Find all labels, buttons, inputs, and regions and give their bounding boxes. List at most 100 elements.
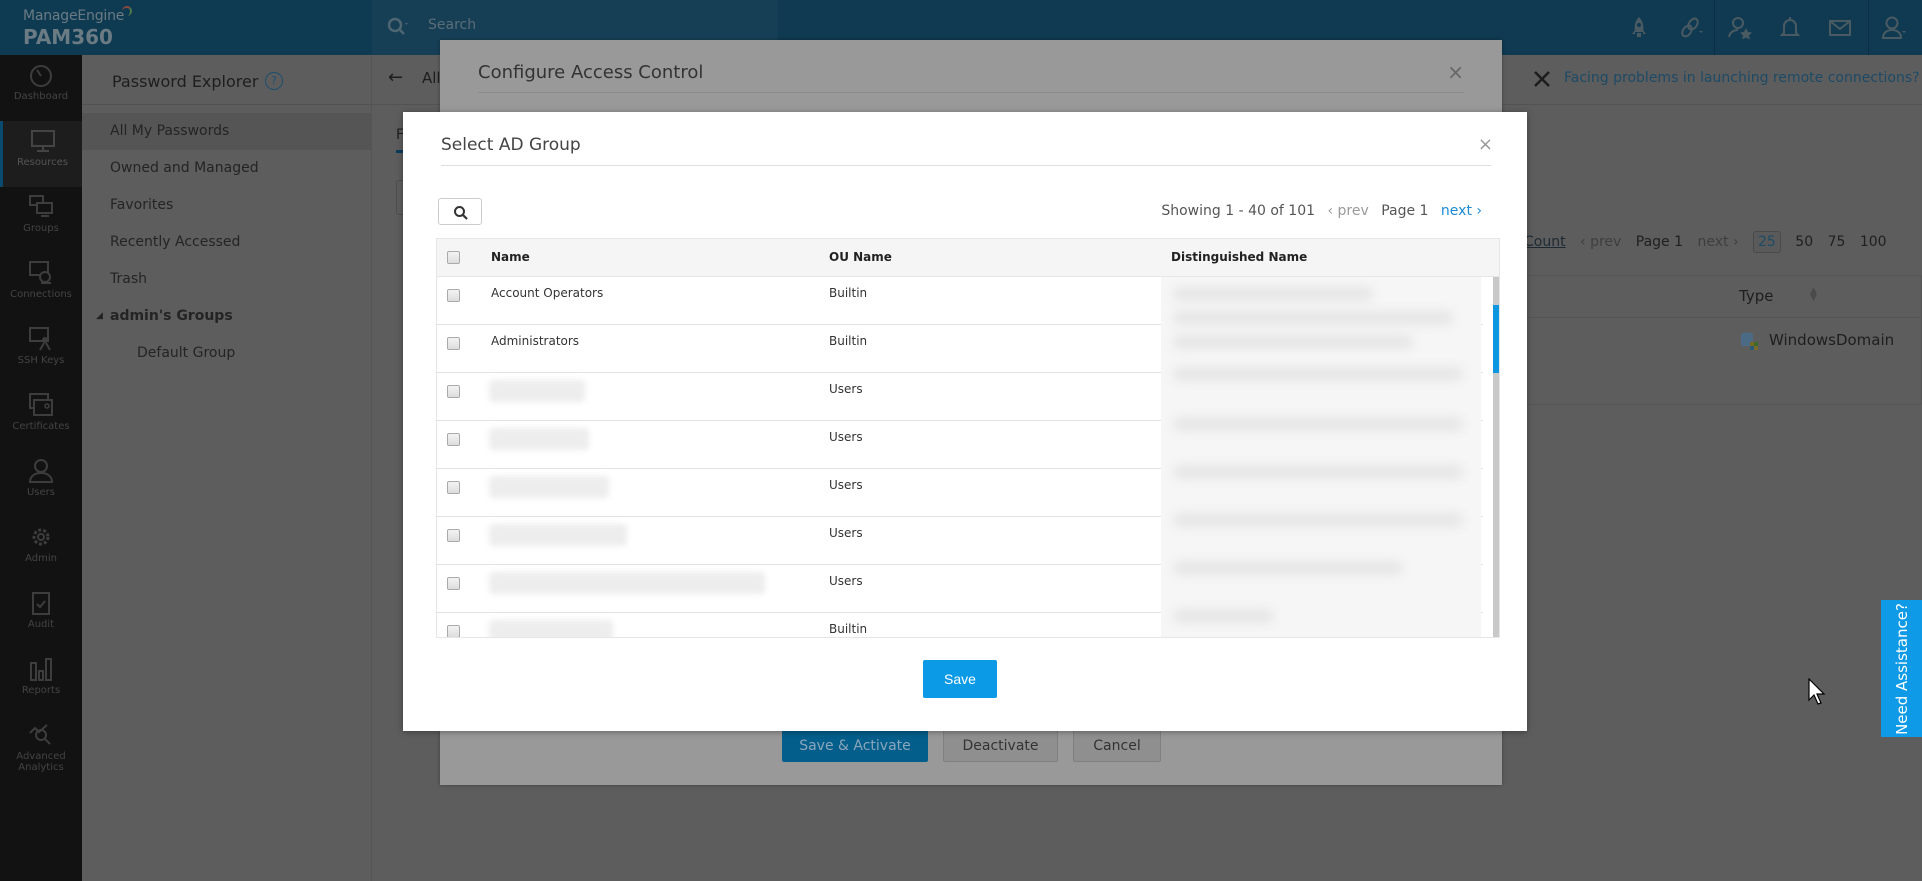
ou-name: Users — [829, 382, 863, 396]
user-icon — [28, 459, 54, 483]
count-link[interactable]: Count — [1524, 234, 1566, 250]
redacted-name — [489, 428, 589, 450]
monitor-icon — [30, 130, 55, 152]
gear-icon — [32, 528, 50, 546]
nav-item-connections[interactable]: Connections — [0, 253, 82, 319]
nav-item-advanced-analytics[interactable]: Advanced Analytics — [0, 715, 82, 793]
ou-name: Builtin — [829, 334, 868, 348]
link-icon[interactable] — [1676, 14, 1704, 42]
cancel-button[interactable]: Cancel — [1073, 730, 1161, 762]
page-size-50[interactable]: 50 — [1795, 234, 1813, 250]
row-checkbox[interactable] — [447, 289, 460, 302]
bell-icon[interactable] — [1776, 14, 1804, 42]
breadcrumb: All — [422, 69, 441, 87]
row-checkbox[interactable] — [447, 433, 460, 446]
row-checkbox[interactable] — [447, 385, 460, 398]
nav-item-ssh-keys[interactable]: SSH Keys — [0, 319, 82, 385]
column-name: Name — [491, 250, 530, 264]
help-icon[interactable]: ? — [265, 72, 283, 90]
search-input[interactable]: Search — [428, 17, 476, 33]
need-assistance-label: Need Assistance? — [1892, 602, 1911, 735]
explorer-item-all-my-passwords[interactable]: All My Passwords — [82, 113, 372, 150]
nav-label: Connections — [10, 289, 72, 300]
group-name: Administrators — [491, 334, 580, 348]
analytics-icon — [29, 724, 51, 745]
row-checkbox[interactable] — [447, 577, 460, 590]
ou-name: Users — [829, 526, 863, 540]
row-checkbox[interactable] — [447, 481, 460, 494]
sort-icon[interactable]: ▲ ▼ — [1810, 287, 1817, 303]
search-button[interactable] — [438, 198, 482, 225]
dialog-title: Configure Access Control — [478, 62, 704, 83]
showing-count: Showing 1 - 40 of 101 — [1161, 203, 1316, 219]
ou-name: Users — [829, 478, 863, 492]
rocket-icon[interactable] — [1625, 14, 1653, 42]
nav-label: Admin — [25, 553, 57, 564]
dashboard-icon — [30, 65, 52, 87]
user-star-icon[interactable] — [1726, 14, 1754, 42]
select-ad-group-modal: Select AD Group × Showing 1 - 40 of 101 … — [403, 112, 1527, 731]
row-checkbox[interactable] — [447, 337, 460, 350]
password-explorer-panel: Password Explorer ? All My Passwords Own… — [82, 55, 372, 881]
page-size-100[interactable]: 100 — [1860, 234, 1887, 250]
nav-item-users[interactable]: Users — [0, 451, 82, 517]
row-checkbox[interactable] — [447, 625, 460, 637]
nav-item-audit[interactable]: Audit — [0, 583, 82, 649]
windows-domain-icon — [1741, 332, 1758, 350]
close-icon[interactable]: × — [1447, 60, 1464, 84]
brand-name: ManageEngine — [23, 8, 125, 24]
redacted-name — [489, 476, 609, 498]
row-checkbox[interactable] — [447, 529, 460, 542]
prev-link[interactable]: ‹ prev — [1327, 203, 1368, 219]
redacted-name — [489, 572, 765, 594]
nav-item-groups[interactable]: Groups — [0, 187, 82, 253]
explorer-item-favorites[interactable]: Favorites — [82, 187, 372, 224]
scrollbar-thumb[interactable] — [1493, 305, 1499, 373]
logo[interactable]: ManageEngine PAM360 — [0, 0, 372, 55]
modal-pager: Showing 1 - 40 of 101 ‹ prev Page 1 next… — [1153, 203, 1482, 219]
remote-connections-help-link[interactable]: Facing problems in launching remote conn… — [1564, 70, 1920, 86]
explorer-item-recently-accessed[interactable]: Recently Accessed — [82, 224, 372, 261]
nav-item-resources[interactable]: Resources — [0, 121, 82, 187]
next-link[interactable]: next › — [1441, 203, 1482, 219]
explorer-item-admins-groups[interactable]: ◢ admin's Groups — [82, 298, 372, 335]
back-arrow-icon[interactable]: ← — [388, 67, 403, 88]
column-type[interactable]: Type — [1739, 287, 1773, 305]
user-icon[interactable] — [1880, 14, 1908, 42]
explorer-item-trash[interactable]: Trash — [82, 261, 372, 298]
redacted-name — [489, 620, 613, 637]
collapse-caret-icon[interactable]: ◢ — [96, 298, 103, 335]
divider — [82, 104, 372, 105]
explorer-item-owned-and-managed[interactable]: Owned and Managed — [82, 150, 372, 187]
groups-icon — [29, 195, 53, 217]
nav-label: Reports — [21, 685, 61, 696]
page-indicator: Page 1 — [1381, 203, 1429, 219]
nav-item-dashboard[interactable]: Dashboard — [0, 55, 82, 121]
search-icon[interactable] — [386, 16, 408, 38]
page-size-75[interactable]: 75 — [1828, 234, 1846, 250]
connections-icon — [29, 261, 51, 284]
prev-link[interactable]: ‹ prev — [1580, 234, 1621, 250]
redacted-distinguished-names — [1161, 277, 1481, 637]
need-assistance-tab[interactable]: Need Assistance? — [1881, 600, 1922, 737]
select-all-checkbox[interactable] — [447, 251, 460, 264]
grid-header: Type ▲ ▼ — [1524, 276, 1922, 318]
nav-label: SSH Keys — [17, 355, 65, 366]
divider — [478, 92, 1464, 93]
page-size-25[interactable]: 25 — [1753, 231, 1781, 253]
nav-label: Certificates — [12, 421, 70, 432]
nav-label: Dashboard — [13, 91, 69, 102]
nav-item-admin[interactable]: Admin — [0, 517, 82, 583]
save-button[interactable]: Save — [923, 660, 997, 698]
save-activate-button[interactable]: Save & Activate — [782, 730, 928, 762]
nav-item-certificates[interactable]: Certificates — [0, 385, 82, 451]
type-value: WindowsDomain — [1769, 331, 1895, 349]
close-icon[interactable]: × — [1478, 134, 1493, 155]
next-link[interactable]: next › — [1697, 234, 1738, 250]
ou-name: Users — [829, 574, 863, 588]
nav-item-reports[interactable]: Reports — [0, 649, 82, 715]
certificate-icon — [29, 393, 53, 416]
deactivate-button[interactable]: Deactivate — [943, 730, 1058, 762]
mail-icon[interactable] — [1826, 14, 1854, 42]
explorer-item-default-group[interactable]: Default Group — [82, 335, 372, 372]
